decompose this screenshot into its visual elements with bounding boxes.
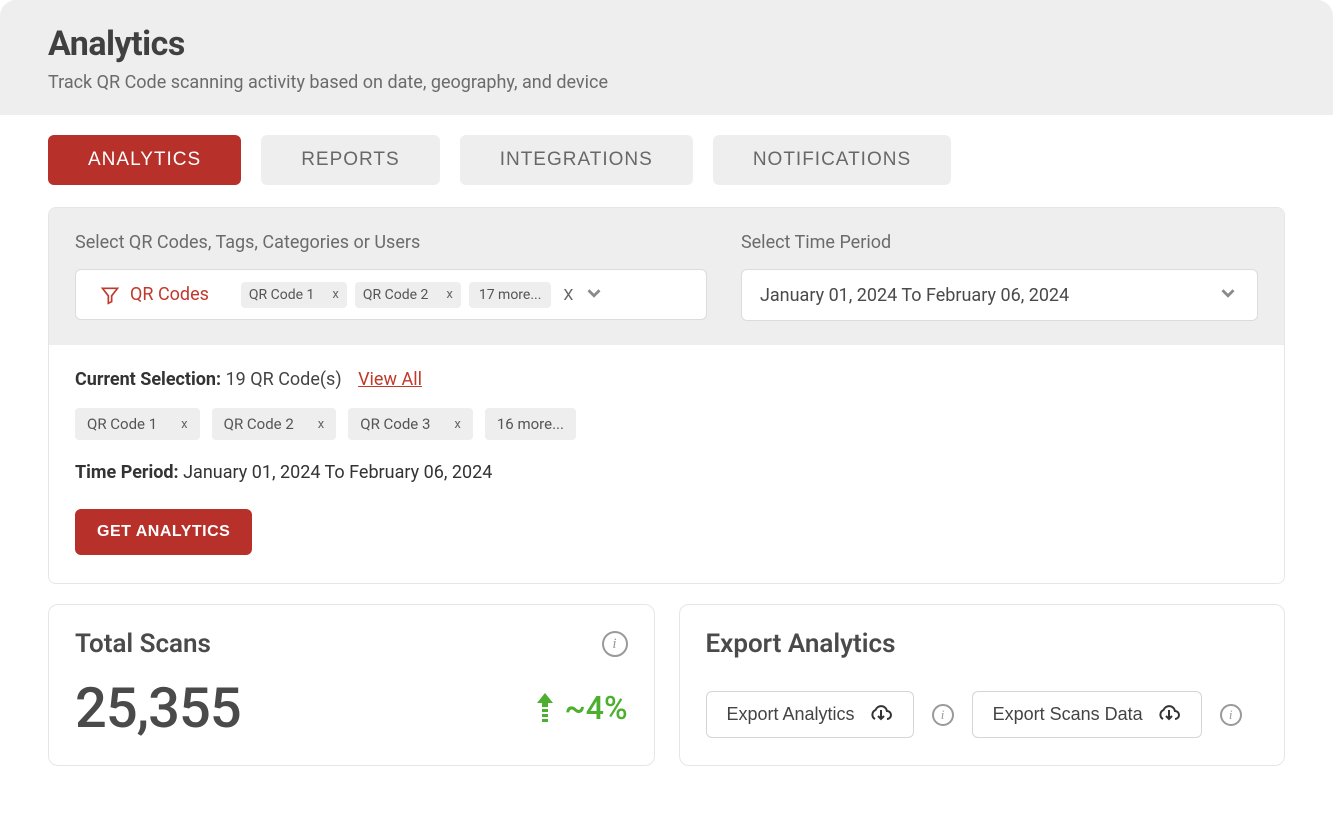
tab-integrations[interactable]: INTEGRATIONS — [460, 135, 693, 185]
date-range-select[interactable]: January 01, 2024 To February 06, 2024 — [741, 269, 1258, 321]
total-scans-title: Total Scans — [75, 629, 211, 659]
selection-chip-row: QR Code 1 x QR Code 2 x QR Code 3 x 16 m… — [75, 408, 1258, 440]
current-selection-count: 19 QR Code(s) — [226, 369, 342, 390]
page-title: Analytics — [48, 24, 1285, 64]
up-arrow-icon — [535, 693, 555, 723]
qr-codes-filter-label: QR Codes — [130, 284, 209, 305]
qr-codes-filter-button[interactable]: QR Codes — [76, 276, 233, 313]
page-header: Analytics Track QR Code scanning activit… — [0, 0, 1333, 115]
get-analytics-button[interactable]: GET ANALYTICS — [75, 509, 252, 555]
date-range-value: January 01, 2024 To February 06, 2024 — [760, 285, 1069, 306]
view-all-link[interactable]: View All — [358, 369, 422, 390]
info-icon[interactable]: i — [1220, 704, 1242, 726]
clear-all-button[interactable]: X — [563, 285, 573, 304]
total-scans-delta: ~4% — [535, 689, 628, 727]
tab-reports[interactable]: REPORTS — [261, 135, 440, 185]
tab-bar: ANALYTICS REPORTS INTEGRATIONS NOTIFICAT… — [48, 135, 1285, 185]
current-selection: Current Selection: 19 QR Code(s) View Al… — [75, 369, 1258, 390]
selected-chip: QR Code 1 x — [241, 282, 347, 308]
selection-chip: QR Code 1 x — [75, 408, 200, 440]
export-title: Export Analytics — [706, 629, 896, 659]
total-scans-card: Total Scans i 25,355 — [48, 604, 655, 766]
export-analytics-button[interactable]: Export Analytics — [706, 691, 914, 738]
qr-select-input[interactable]: QR Codes QR Code 1 x QR Code 2 x 17 more… — [75, 269, 707, 320]
selected-chip-more[interactable]: 17 more... — [469, 282, 552, 308]
time-period-label: Time Period: — [75, 462, 179, 483]
cloud-download-icon — [1157, 705, 1181, 725]
chip-remove-icon[interactable]: x — [332, 287, 338, 302]
chevron-down-icon[interactable] — [583, 282, 605, 308]
page-subtitle: Track QR Code scanning activity based on… — [48, 72, 1285, 93]
selected-chip: QR Code 2 x — [355, 282, 461, 308]
info-icon[interactable]: i — [932, 704, 954, 726]
time-select-label: Select Time Period — [741, 232, 1258, 253]
time-period-value: January 01, 2024 To February 06, 2024 — [183, 462, 492, 483]
filter-icon — [100, 285, 120, 305]
export-analytics-card: Export Analytics Export Analytics — [679, 604, 1286, 766]
cloud-download-icon — [869, 705, 893, 725]
chip-remove-icon[interactable]: x — [454, 417, 460, 432]
chip-remove-icon[interactable]: x — [318, 417, 324, 432]
chip-remove-icon[interactable]: x — [446, 287, 452, 302]
current-selection-label: Current Selection: — [75, 369, 221, 390]
chevron-down-icon — [1217, 282, 1239, 308]
tab-notifications[interactable]: NOTIFICATIONS — [713, 135, 951, 185]
chip-remove-icon[interactable]: x — [181, 417, 187, 432]
filter-card: Select QR Codes, Tags, Categories or Use… — [48, 207, 1285, 584]
qr-select-label: Select QR Codes, Tags, Categories or Use… — [75, 232, 707, 253]
selection-chip: QR Code 3 x — [348, 408, 473, 440]
tab-analytics[interactable]: ANALYTICS — [48, 135, 241, 185]
total-scans-value: 25,355 — [75, 675, 241, 741]
export-scans-data-button[interactable]: Export Scans Data — [972, 691, 1202, 738]
time-period-display: Time Period: January 01, 2024 To Februar… — [75, 462, 1258, 483]
selection-chip-more[interactable]: 16 more... — [485, 408, 576, 440]
info-icon[interactable]: i — [602, 631, 628, 657]
selection-chip: QR Code 2 x — [212, 408, 337, 440]
